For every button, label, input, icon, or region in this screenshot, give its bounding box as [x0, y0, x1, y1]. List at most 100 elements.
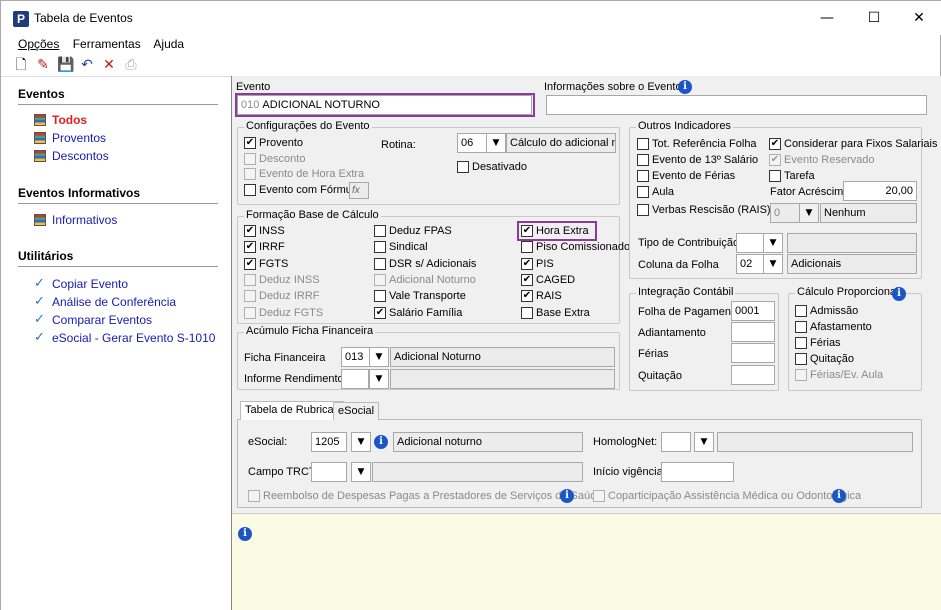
base-checkbox[interactable]: DSR s/ Adicionais [374, 257, 476, 270]
table-icon [34, 114, 46, 126]
base-checkbox[interactable]: Piso Comissionado [521, 241, 630, 254]
info-icon[interactable]: i [892, 287, 906, 301]
evento13-checkbox[interactable]: Evento de 13º Salário [637, 154, 758, 166]
formula-button[interactable]: fx [349, 182, 369, 199]
reservado-checkbox[interactable]: ✔ Evento Reservado [769, 154, 875, 166]
edit-icon[interactable]: ✎ [35, 57, 51, 73]
checkbox-box: ✔ [521, 257, 533, 270]
verbas-checkbox[interactable]: Verbas Rescisão (RAIS) [637, 204, 771, 216]
inicio-field[interactable] [661, 462, 734, 482]
base-checkbox[interactable]: ✔ Salário Família [374, 306, 462, 319]
info-icon[interactable]: i [832, 489, 846, 503]
esocial-code[interactable]: 1205 [311, 432, 347, 452]
maximize-button[interactable]: ☐ [851, 4, 897, 32]
delete-icon[interactable]: ✕ [101, 57, 117, 73]
tot-ref-checkbox[interactable]: Tot. Referência Folha [637, 138, 757, 150]
base-checkbox[interactable]: ✔ RAIS [521, 290, 562, 303]
checkbox-box: ✔ [769, 138, 781, 150]
info-icon[interactable]: i [560, 489, 574, 503]
chevron-down-icon[interactable]: ▼ [369, 369, 389, 389]
rotina-code[interactable]: 06 [457, 133, 487, 153]
menu-ferramentas[interactable]: Ferramentas [73, 37, 141, 51]
checkbox-box [795, 305, 807, 317]
base-checkbox[interactable]: ✔ CAGED [521, 273, 575, 286]
sidebar-item-comparar[interactable]: ✓ Comparar Eventos [34, 313, 152, 327]
base-checkbox[interactable]: Deduz FPAS [374, 225, 452, 237]
sidebar-item-analise[interactable]: ✓ Análise de Conferência [34, 295, 176, 309]
base-checkbox[interactable]: ✔ IRRF [244, 241, 285, 254]
base-checkbox[interactable]: Vale Transporte [374, 290, 466, 303]
integracao-ferias-field[interactable] [731, 343, 775, 363]
checkbox-label: Desativado [472, 161, 528, 173]
desconto-checkbox[interactable]: Desconto [244, 153, 305, 165]
minimize-button[interactable]: — [804, 4, 850, 32]
base-checkbox[interactable]: ✔ INSS [244, 225, 285, 237]
chevron-down-icon[interactable]: ▼ [351, 432, 371, 452]
close-button[interactable]: ✕ [896, 4, 941, 32]
base-checkbox[interactable]: Deduz IRRF [244, 290, 320, 303]
chevron-down-icon[interactable]: ▼ [369, 347, 389, 367]
ferias-checkbox[interactable]: Evento de Férias [637, 170, 735, 182]
base-checkbox[interactable]: ✔ FGTS [244, 257, 288, 270]
print-icon[interactable]: ⎙ [123, 57, 139, 73]
coluna-code[interactable]: 02 [736, 254, 764, 274]
informe-code[interactable] [341, 369, 369, 389]
sidebar-item-descontos[interactable]: Descontos [34, 149, 109, 163]
integracao-quitacao-field[interactable] [731, 365, 775, 385]
base-checkbox[interactable]: Deduz FGTS [244, 306, 323, 319]
base-checkbox[interactable]: Adicional Noturno [374, 273, 476, 286]
checkbox-label: Adicional Noturno [389, 273, 476, 286]
base-checkbox[interactable]: Sindical [374, 241, 428, 254]
coparticipacao-checkbox[interactable]: Coparticipação Assistência Médica ou Odo… [593, 490, 861, 502]
menu-opcoes[interactable]: Opções [18, 37, 59, 51]
ferias-ev-checkbox[interactable]: Férias/Ev. Aula [795, 369, 883, 381]
homolog-code[interactable] [661, 432, 691, 452]
info-evento-field[interactable] [546, 95, 927, 115]
base-checkbox[interactable]: Deduz INSS [244, 273, 320, 286]
base-checkbox[interactable]: ✔ PIS [521, 257, 554, 270]
considerar-checkbox[interactable]: ✔ Considerar para Fixos Salariais [769, 138, 937, 150]
verbas-code[interactable]: 0 [770, 203, 800, 223]
base-checkbox[interactable]: Base Extra [521, 306, 590, 319]
prop-ferias-checkbox[interactable]: Férias [795, 337, 841, 349]
info-icon[interactable]: i [678, 80, 692, 94]
menu-ajuda[interactable]: Ajuda [153, 37, 184, 51]
sidebar-item-informativos[interactable]: Informativos [34, 213, 117, 227]
verbas-desc: Nenhum [820, 203, 917, 223]
tab-rubricas[interactable]: Tabela de Rubricas [240, 401, 345, 420]
tarefa-checkbox[interactable]: Tarefa [769, 170, 815, 182]
desativado-checkbox[interactable]: Desativado [457, 161, 527, 173]
reembolso-checkbox[interactable]: Reembolso de Despesas Pagas a Prestadore… [248, 490, 602, 502]
trct-code[interactable] [311, 462, 347, 482]
sidebar-item-todos[interactable]: Todos [34, 113, 87, 127]
tab-esocial[interactable]: eSocial [333, 402, 380, 420]
adiant-field[interactable] [731, 322, 775, 342]
chevron-down-icon[interactable]: ▼ [763, 254, 783, 274]
prop-quitacao-checkbox[interactable]: Quitação [795, 353, 854, 365]
info-icon[interactable]: i [238, 527, 252, 541]
chevron-down-icon[interactable]: ▼ [799, 203, 819, 223]
undo-icon[interactable]: ↶ [79, 57, 95, 73]
evento-label: Evento [236, 81, 271, 93]
sidebar-item-esocial[interactable]: ✓ eSocial - Gerar Evento S-1010 [34, 331, 215, 345]
aula-checkbox[interactable]: Aula [637, 186, 674, 198]
tipo-code[interactable] [736, 233, 764, 253]
admissao-checkbox[interactable]: Admissão [795, 305, 858, 317]
folha-field[interactable]: 0001 [731, 301, 775, 321]
chevron-down-icon[interactable]: ▼ [486, 133, 506, 153]
afastamento-checkbox[interactable]: Afastamento [795, 321, 872, 333]
informe-label: Informe Rendimentos [244, 373, 350, 385]
chevron-down-icon[interactable]: ▼ [763, 233, 783, 253]
chevron-down-icon[interactable]: ▼ [351, 462, 371, 482]
fator-field[interactable]: 20,00 [843, 181, 917, 201]
sidebar-item-copiar[interactable]: ✓ Copiar Evento [34, 277, 128, 291]
chevron-down-icon[interactable]: ▼ [694, 432, 714, 452]
hora-extra-event-checkbox[interactable]: Evento de Hora Extra [244, 168, 364, 180]
sidebar-item-proventos[interactable]: Proventos [34, 131, 106, 145]
formula-checkbox[interactable]: Evento com Fórmula [244, 184, 360, 196]
new-icon[interactable]: 🗋 [13, 57, 29, 73]
save-icon[interactable]: 💾 [57, 57, 74, 73]
info-icon[interactable]: i [374, 435, 388, 449]
checkbox-box [637, 186, 649, 198]
provento-checkbox[interactable]: ✔ Provento [244, 137, 303, 149]
